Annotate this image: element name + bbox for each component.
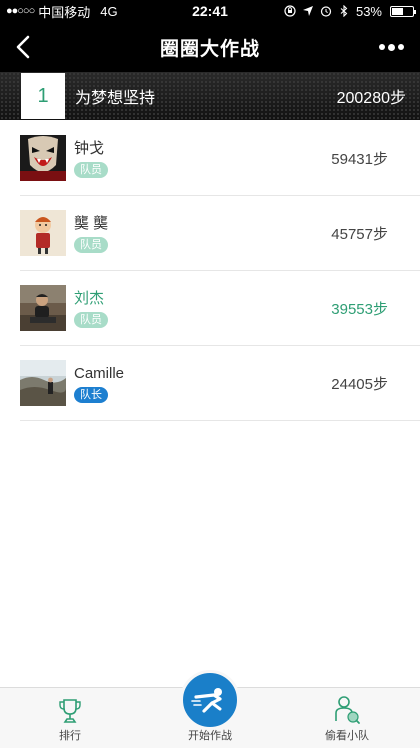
orientation-lock-icon	[284, 5, 296, 17]
list-item[interactable]: Camille 队长 24405步	[20, 346, 420, 421]
list-item[interactable]: 钟戈 队员 59431步	[20, 121, 420, 196]
avatar	[20, 360, 66, 406]
nav-bar: 圈圈大作战	[0, 22, 420, 72]
person-peek-icon	[335, 696, 360, 724]
member-steps: 24405步	[331, 375, 388, 393]
status-left: ●●○○○ 中国移动 4G	[6, 2, 166, 21]
team-name: 为梦想坚持	[75, 90, 156, 107]
more-dot-icon	[387, 43, 395, 51]
alarm-icon	[320, 5, 332, 17]
signal-strength-icon: ●●○○○	[6, 5, 35, 17]
member-steps: 59431步	[331, 150, 388, 168]
chevron-left-icon	[16, 35, 30, 59]
avatar	[20, 210, 66, 256]
tab-rank[interactable]: 排行	[40, 688, 100, 748]
role-badge: 队员	[74, 161, 108, 178]
trophy-icon	[59, 699, 81, 723]
list-item[interactable]: 龑 龑 队员 45757步	[20, 196, 420, 271]
status-time: 22:41	[192, 3, 228, 19]
member-info: 刘杰 队员	[74, 289, 331, 328]
member-steps: 39553步	[331, 300, 388, 318]
avatar	[20, 135, 66, 181]
tab-label: 偷看小队	[325, 730, 369, 742]
bluetooth-icon	[338, 4, 350, 18]
team-steps: 200280步	[336, 90, 406, 107]
role-badge: 队员	[74, 311, 108, 328]
member-info: Camille 队长	[74, 364, 331, 403]
start-battle-button[interactable]	[180, 670, 240, 730]
member-steps: 45757步	[331, 225, 388, 243]
role-badge: 队员	[74, 236, 108, 253]
member-name: 刘杰	[74, 289, 105, 307]
more-dot-icon	[378, 44, 385, 50]
role-badge: 队长	[74, 386, 108, 403]
tab-label: 排行	[59, 730, 81, 742]
location-icon	[302, 5, 314, 17]
member-name: 龑 龑	[74, 214, 109, 232]
member-name: 钟戈	[74, 139, 105, 157]
status-bar: ●●○○○ 中国移动 4G 22:41 53%	[0, 0, 420, 22]
team-header: 1 为梦想坚持 200280步	[0, 72, 420, 120]
network-type: 4G	[100, 3, 118, 19]
back-button[interactable]	[8, 30, 38, 64]
avatar	[20, 285, 66, 331]
list-item[interactable]: 刘杰 队员 39553步	[20, 271, 420, 346]
more-dot-icon	[397, 44, 404, 50]
member-info: 龑 龑 队员	[74, 214, 331, 253]
more-options-button[interactable]	[374, 32, 408, 62]
carrier-name: 中国移动	[38, 4, 91, 20]
tab-peek-team[interactable]: 偷看小队	[312, 688, 382, 748]
member-name: Camille	[74, 364, 125, 382]
battery-level	[392, 7, 403, 15]
page-title: 圈圈大作战	[159, 38, 260, 60]
member-list: 钟戈 队员 59431步 龑 龑 队员 45757步 刘杰 队员 39553步 …	[0, 121, 420, 421]
sprinter-icon	[191, 688, 222, 713]
battery-icon	[390, 5, 416, 17]
status-right: 53%	[254, 3, 416, 19]
team-rank: 1	[21, 73, 65, 119]
battery-percent: 53%	[355, 3, 382, 19]
member-info: 钟戈 队员	[74, 139, 331, 178]
